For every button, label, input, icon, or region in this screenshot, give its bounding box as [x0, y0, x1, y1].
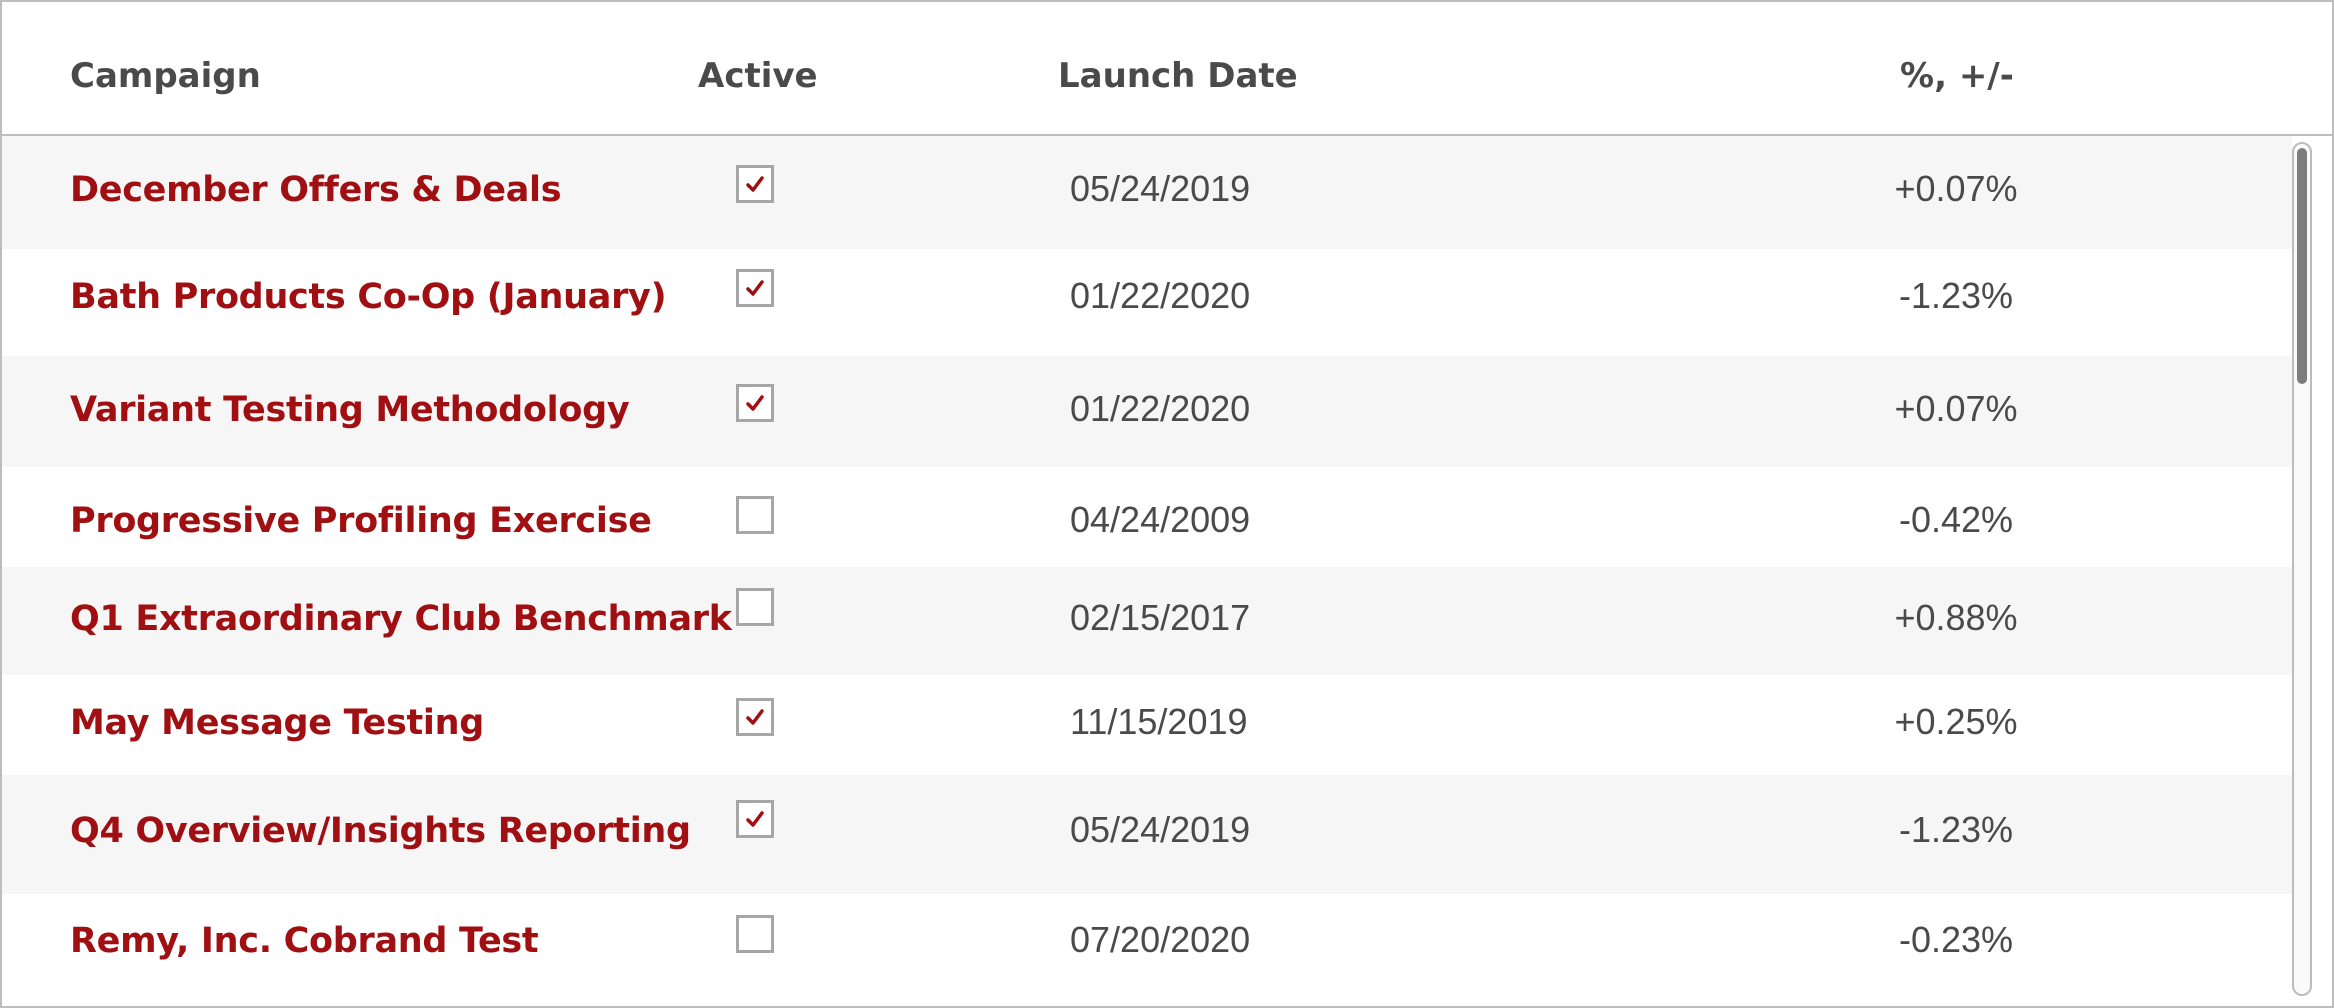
- column-header-campaign[interactable]: Campaign: [70, 56, 261, 96]
- percent-change: +0.07%: [1894, 388, 2018, 429]
- active-checkbox-checked[interactable]: [736, 165, 774, 203]
- table-row[interactable]: Variant Testing Methodology 01/22/2020 +0.…: [2, 356, 2292, 467]
- checkmark-icon: [746, 709, 764, 725]
- launch-date: 05/24/2019: [1070, 809, 1251, 850]
- active-checkbox-unchecked[interactable]: [736, 496, 774, 534]
- active-checkbox-unchecked[interactable]: [736, 915, 774, 953]
- active-checkbox-checked[interactable]: [736, 269, 774, 307]
- launch-date: 01/22/2020: [1070, 275, 1251, 316]
- percent-change: +0.25%: [1894, 701, 2018, 742]
- checkmark-icon: [746, 811, 764, 827]
- launch-date: 04/24/2009: [1070, 499, 1251, 540]
- active-checkbox-checked[interactable]: [736, 800, 774, 838]
- table-row[interactable]: December Offers & Deals 05/24/2019 +0.07%: [2, 136, 2292, 249]
- active-checkbox-unchecked[interactable]: [736, 588, 774, 626]
- table-row[interactable]: Remy, Inc. Cobrand Test 07/20/2020 -0.23%: [2, 894, 2292, 1004]
- table-row[interactable]: Progressive Profiling Exercise 04/24/2009…: [2, 467, 2292, 567]
- campaign-name-link[interactable]: December Offers & Deals: [70, 170, 562, 210]
- table-header: Campaign Active Launch Date %, +/-: [2, 2, 2332, 136]
- checkmark-icon: [746, 176, 764, 192]
- launch-date: 11/15/2019: [1070, 701, 1248, 742]
- table-row[interactable]: Q4 Overview/Insights Reporting 05/24/2019…: [2, 775, 2292, 894]
- campaign-name-link[interactable]: Variant Testing Methodology: [70, 390, 630, 430]
- percent-change: +0.88%: [1894, 597, 2018, 638]
- percent-change: -0.23%: [1898, 919, 2014, 960]
- column-header-launch-date[interactable]: Launch Date: [1058, 56, 1298, 96]
- active-checkbox-checked[interactable]: [736, 384, 774, 422]
- launch-date: 07/20/2020: [1070, 919, 1251, 960]
- launch-date: 02/15/2017: [1070, 597, 1251, 638]
- campaign-name-link[interactable]: Q1 Extraordinary Club Benchmark: [70, 599, 732, 639]
- checkmark-icon: [746, 280, 764, 296]
- campaign-name-link[interactable]: May Message Testing: [70, 703, 484, 743]
- campaign-table: Campaign Active Launch Date %, +/- Decem…: [0, 0, 2334, 1008]
- launch-date: 05/24/2019: [1070, 168, 1251, 209]
- column-header-change[interactable]: %, +/-: [1900, 56, 2014, 96]
- table-row[interactable]: Q1 Extraordinary Club Benchmark 02/15/201…: [2, 567, 2292, 675]
- percent-change: +0.07%: [1894, 168, 2018, 209]
- launch-date: 01/22/2020: [1070, 388, 1251, 429]
- campaign-name-link[interactable]: Q4 Overview/Insights Reporting: [70, 811, 691, 851]
- table-row[interactable]: May Message Testing 11/15/2019 +0.25%: [2, 675, 2292, 775]
- campaign-name-link[interactable]: Bath Products Co-Op (January): [70, 277, 667, 317]
- checkmark-icon: [746, 395, 764, 411]
- table-row[interactable]: Bath Products Co-Op (January) 01/22/2020 -…: [2, 249, 2292, 356]
- campaign-name-link[interactable]: Progressive Profiling Exercise: [70, 501, 652, 541]
- percent-change: -1.23%: [1898, 275, 2014, 316]
- percent-change: -1.23%: [1898, 809, 2014, 850]
- scrollbar-thumb[interactable]: [2297, 148, 2307, 384]
- percent-change: -0.42%: [1898, 499, 2014, 540]
- campaign-name-link[interactable]: Remy, Inc. Cobrand Test: [70, 921, 539, 961]
- active-checkbox-checked[interactable]: [736, 698, 774, 736]
- table-body: December Offers & Deals 05/24/2019 +0.07% B…: [2, 136, 2292, 1004]
- column-header-active[interactable]: Active: [698, 56, 818, 96]
- vertical-scrollbar[interactable]: [2292, 142, 2312, 996]
